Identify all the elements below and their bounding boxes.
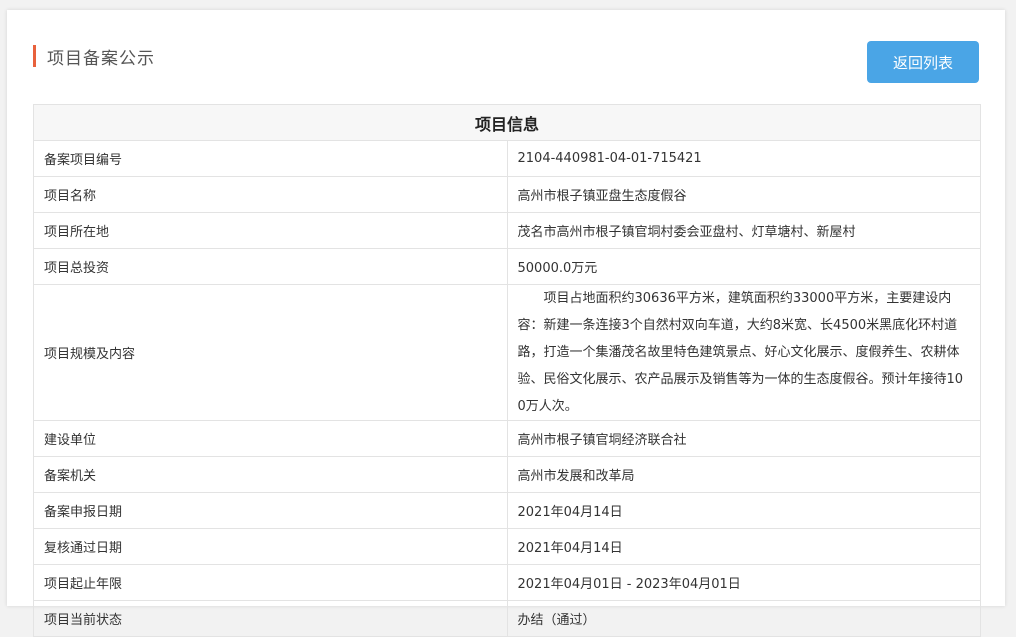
row-label: 复核通过日期: [33, 528, 508, 565]
row-value: 2021年04月14日: [506, 492, 981, 529]
table-row: 项目所在地 茂名市高州市根子镇官垌村委会亚盘村、灯草塘村、新屋村: [33, 212, 981, 249]
row-label: 备案机关: [33, 456, 508, 493]
row-label: 项目规模及内容: [33, 284, 508, 421]
row-value: 项目占地面积约30636平方米，建筑面积约33000平方米，主要建设内容：新建一…: [506, 284, 981, 421]
table-heading: 项目信息: [33, 104, 981, 141]
table-row: 项目规模及内容 项目占地面积约30636平方米，建筑面积约33000平方米，主要…: [33, 284, 981, 421]
table-row: 项目名称 高州市根子镇亚盘生态度假谷: [33, 176, 981, 213]
row-label: 项目当前状态: [33, 600, 508, 637]
project-scope-text: 项目占地面积约30636平方米，建筑面积约33000平方米，主要建设内容：新建一…: [517, 291, 964, 414]
row-value: 办结（通过）: [506, 600, 981, 637]
row-value: 2021年04月01日 - 2023年04月01日: [506, 564, 981, 601]
table-row: 项目起止年限 2021年04月01日 - 2023年04月01日: [33, 564, 981, 601]
page-header: 项目备案公示: [33, 44, 155, 69]
table-row: 建设单位 高州市根子镇官垌经济联合社: [33, 420, 981, 457]
row-value: 2104-440981-04-01-715421: [506, 140, 981, 177]
row-label: 项目所在地: [33, 212, 508, 249]
row-label: 项目总投资: [33, 248, 508, 285]
table-row: 备案项目编号 2104-440981-04-01-715421: [33, 140, 981, 177]
back-to-list-button[interactable]: 返回列表: [867, 41, 979, 83]
table-row: 备案申报日期 2021年04月14日: [33, 492, 981, 529]
row-label: 建设单位: [33, 420, 508, 457]
table-row: 复核通过日期 2021年04月14日: [33, 528, 981, 565]
table-row: 项目当前状态 办结（通过）: [33, 600, 981, 637]
row-label: 项目名称: [33, 176, 508, 213]
row-value: 高州市发展和改革局: [506, 456, 981, 493]
row-value: 高州市根子镇亚盘生态度假谷: [506, 176, 981, 213]
table-row: 项目总投资 50000.0万元: [33, 248, 981, 285]
content-panel: 项目备案公示 返回列表 项目信息 备案项目编号 2104-440981-04-0…: [7, 10, 1005, 637]
project-info-table: 项目信息 备案项目编号 2104-440981-04-01-715421 项目名…: [33, 104, 981, 637]
row-value: 50000.0万元: [506, 248, 981, 285]
row-value: 茂名市高州市根子镇官垌村委会亚盘村、灯草塘村、新屋村: [506, 212, 981, 249]
title-accent-bar: [33, 45, 36, 67]
row-label: 项目起止年限: [33, 564, 508, 601]
row-label: 备案项目编号: [33, 140, 508, 177]
row-value: 2021年04月14日: [506, 528, 981, 565]
table-heading-row: 项目信息: [33, 104, 981, 141]
row-value: 高州市根子镇官垌经济联合社: [506, 420, 981, 457]
row-label: 备案申报日期: [33, 492, 508, 529]
page-title: 项目备案公示: [47, 48, 155, 69]
table-row: 备案机关 高州市发展和改革局: [33, 456, 981, 493]
